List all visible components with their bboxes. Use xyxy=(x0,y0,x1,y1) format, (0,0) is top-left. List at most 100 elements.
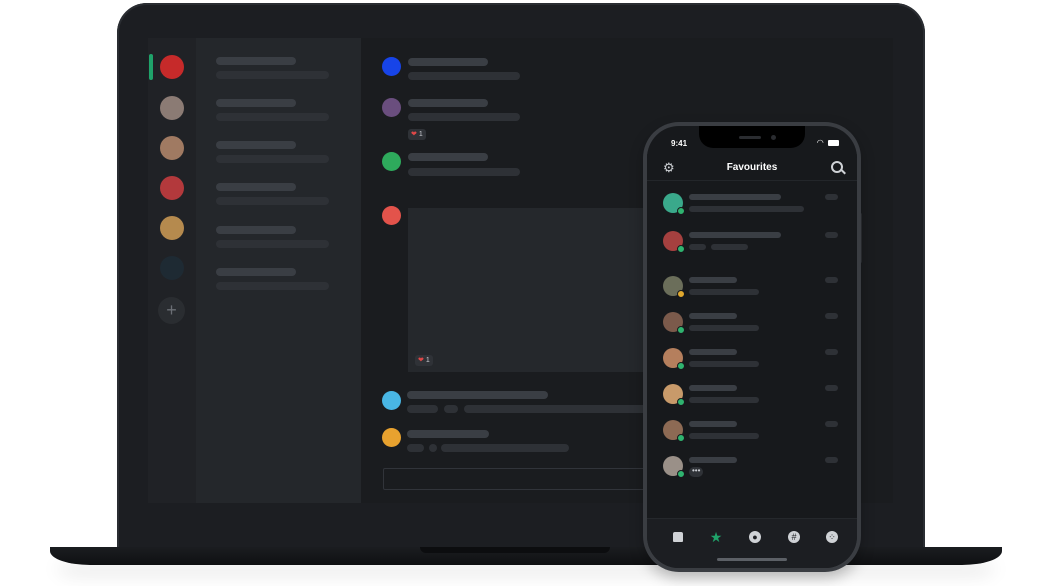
phone-notch xyxy=(699,126,805,148)
reaction-count: 1 xyxy=(418,131,423,138)
status-time: 9:41 xyxy=(671,139,688,148)
star-icon: ★ xyxy=(709,529,723,545)
server-icon-4[interactable] xyxy=(160,176,184,200)
channel-item[interactable] xyxy=(216,183,296,191)
message-text xyxy=(407,405,438,413)
message-preview xyxy=(689,397,759,403)
home-icon xyxy=(673,532,683,542)
channel-item[interactable] xyxy=(216,226,296,234)
message-avatar[interactable] xyxy=(382,152,401,171)
channel-item[interactable] xyxy=(216,57,296,65)
reaction-badge[interactable]: ❤ 1 xyxy=(415,355,433,366)
contact-name xyxy=(689,277,737,283)
battery-icon xyxy=(828,139,839,146)
message-preview xyxy=(689,361,759,367)
channel-list xyxy=(196,38,361,503)
channel-item[interactable] xyxy=(216,141,296,149)
contact-name xyxy=(689,313,737,319)
message-avatar[interactable] xyxy=(382,428,401,447)
channel-item[interactable] xyxy=(216,99,296,107)
message-preview xyxy=(689,289,759,295)
online-status-icon xyxy=(677,207,685,215)
message-preview xyxy=(689,206,804,212)
message-input[interactable] xyxy=(383,468,665,490)
server-rail: + xyxy=(148,38,196,503)
message-text xyxy=(408,72,520,80)
reaction-count: 1 xyxy=(425,357,430,364)
idle-status-icon xyxy=(677,290,685,298)
online-status-icon xyxy=(677,434,685,442)
message-avatar[interactable] xyxy=(382,98,401,117)
contact-name xyxy=(689,421,737,427)
message-avatar[interactable] xyxy=(382,57,401,76)
message-author xyxy=(407,430,489,438)
message-text xyxy=(429,444,437,452)
hash-icon: # xyxy=(788,531,800,543)
message-author xyxy=(408,153,488,161)
channel-item-preview xyxy=(216,155,329,163)
phone-screen: 9:41 ◠ ⚙ Favourites ••• ★ ● # ⁘ xyxy=(647,126,857,568)
channel-item-preview xyxy=(216,240,329,248)
media-attachment[interactable]: ❤ 1 xyxy=(408,208,658,372)
list-item[interactable] xyxy=(647,231,857,261)
tab-servers[interactable]: ⁘ xyxy=(824,529,840,545)
tab-favourites[interactable]: ★ xyxy=(708,529,724,545)
speaker-grille xyxy=(739,136,761,139)
message-text xyxy=(407,444,424,452)
message-preview xyxy=(689,244,706,250)
servers-icon: ⁘ xyxy=(826,531,838,543)
active-server-indicator xyxy=(149,54,153,80)
message-text xyxy=(408,113,520,121)
server-icon-3[interactable] xyxy=(160,136,184,160)
phone-frame: 9:41 ◠ ⚙ Favourites ••• ★ ● # ⁘ xyxy=(643,122,861,572)
contact-name xyxy=(689,349,737,355)
timestamp xyxy=(825,421,838,427)
list-item[interactable] xyxy=(647,276,857,306)
list-item[interactable] xyxy=(647,420,857,450)
heart-icon: ❤ xyxy=(411,131,417,138)
home-indicator[interactable] xyxy=(717,558,787,561)
timestamp xyxy=(825,385,838,391)
contact-name xyxy=(689,457,737,463)
add-server-button[interactable]: + xyxy=(158,297,185,324)
list-item[interactable] xyxy=(647,348,857,378)
online-status-icon xyxy=(677,326,685,334)
timestamp xyxy=(825,349,838,355)
server-icon-1[interactable] xyxy=(160,55,184,79)
tab-home[interactable] xyxy=(670,529,686,545)
contact-name xyxy=(689,232,781,238)
message-avatar[interactable] xyxy=(382,391,401,410)
message-author xyxy=(408,99,488,107)
message-avatar[interactable] xyxy=(382,206,401,225)
online-status-icon xyxy=(677,362,685,370)
server-icon-6[interactable] xyxy=(160,256,184,280)
timestamp xyxy=(825,194,838,200)
front-camera xyxy=(771,135,776,140)
online-status-icon xyxy=(677,245,685,253)
channel-item[interactable] xyxy=(216,268,296,276)
server-icon-2[interactable] xyxy=(160,96,184,120)
message-author xyxy=(407,391,548,399)
typing-indicator: ••• xyxy=(689,467,704,477)
online-status-icon xyxy=(677,398,685,406)
phone-header: ⚙ Favourites xyxy=(647,154,857,181)
tab-channels[interactable]: # xyxy=(786,529,802,545)
list-item[interactable] xyxy=(647,312,857,342)
reaction-badge[interactable]: ❤ 1 xyxy=(408,129,426,140)
online-status-icon xyxy=(677,470,685,478)
list-item[interactable] xyxy=(647,384,857,414)
status-icons: ◠ xyxy=(817,138,839,147)
message-preview xyxy=(689,433,759,439)
search-icon[interactable] xyxy=(831,161,843,173)
server-icon-5[interactable] xyxy=(160,216,184,240)
tab-profile[interactable]: ● xyxy=(747,529,763,545)
timestamp xyxy=(825,232,838,238)
laptop-hinge-notch xyxy=(420,547,610,553)
favourites-list: ••• xyxy=(647,181,857,521)
wifi-icon: ◠ xyxy=(816,138,825,147)
list-item[interactable] xyxy=(647,193,857,223)
timestamp xyxy=(825,277,838,283)
user-icon: ● xyxy=(749,531,761,543)
list-item[interactable]: ••• xyxy=(647,456,857,486)
channel-item-preview xyxy=(216,197,329,205)
